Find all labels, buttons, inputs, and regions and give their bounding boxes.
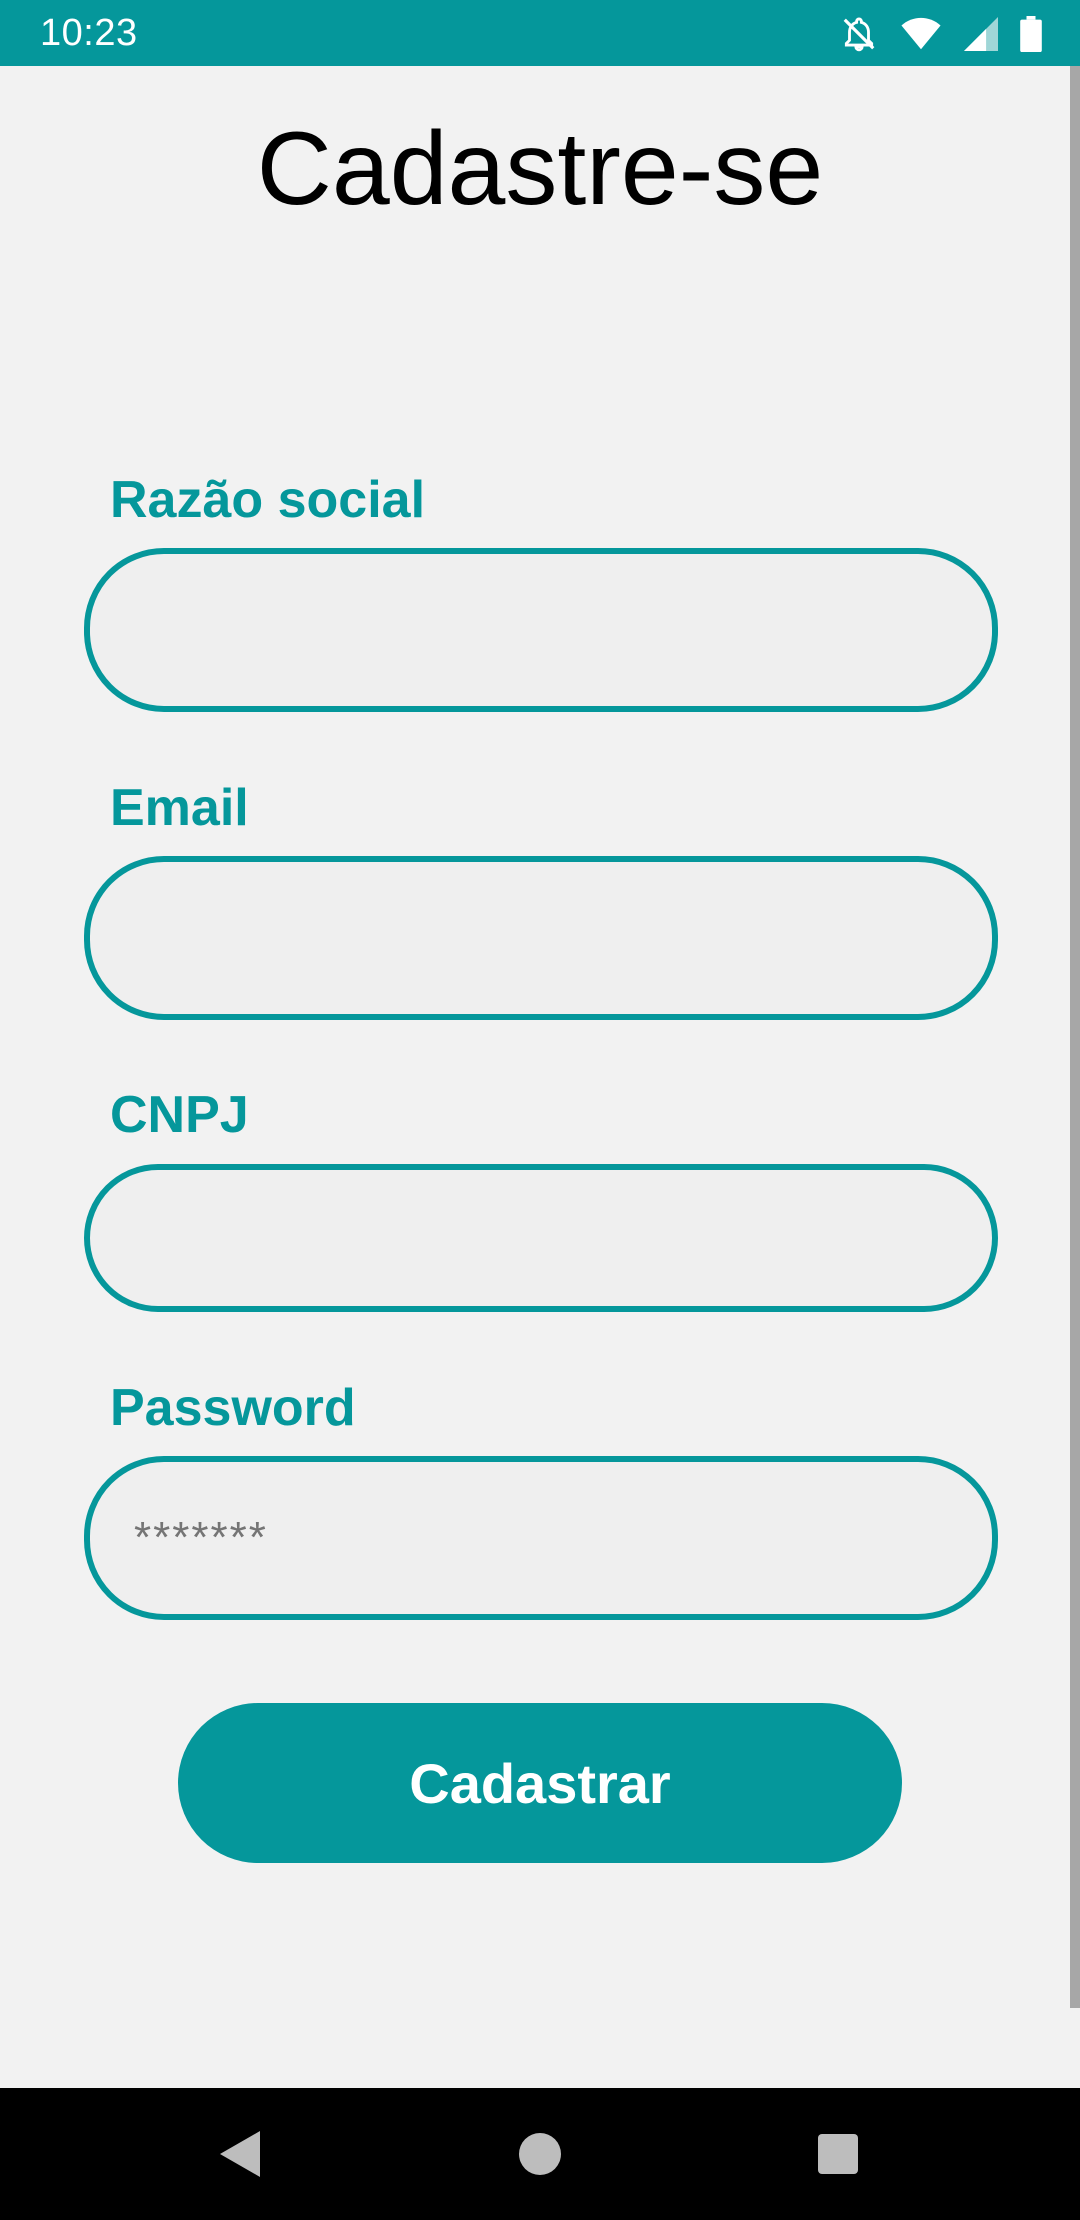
battery-icon [1020, 16, 1042, 52]
status-time: 10:23 [40, 12, 138, 54]
recents-icon[interactable] [806, 2122, 870, 2186]
home-icon[interactable] [508, 2122, 572, 2186]
cnpj-label: CNPJ [110, 1086, 249, 1144]
notifications-off-icon [840, 15, 878, 53]
status-bar: 10:23 [0, 0, 1080, 66]
password-label: Password [110, 1379, 356, 1437]
scrollbar[interactable] [1070, 66, 1080, 2008]
razao-social-input[interactable] [84, 548, 998, 712]
status-icons [840, 14, 1042, 54]
page-title: Cadastre-se [256, 111, 824, 227]
navigation-bar [0, 2088, 1080, 2220]
email-label: Email [110, 779, 249, 837]
wifi-icon [900, 17, 942, 51]
signal-icon [964, 17, 998, 51]
cadastrar-button[interactable]: Cadastrar [178, 1703, 902, 1863]
email-input[interactable] [84, 856, 998, 1020]
cnpj-input[interactable] [84, 1164, 998, 1312]
razao-social-label: Razão social [110, 471, 426, 529]
back-icon[interactable] [208, 2122, 272, 2186]
password-input[interactable] [84, 1456, 998, 1620]
